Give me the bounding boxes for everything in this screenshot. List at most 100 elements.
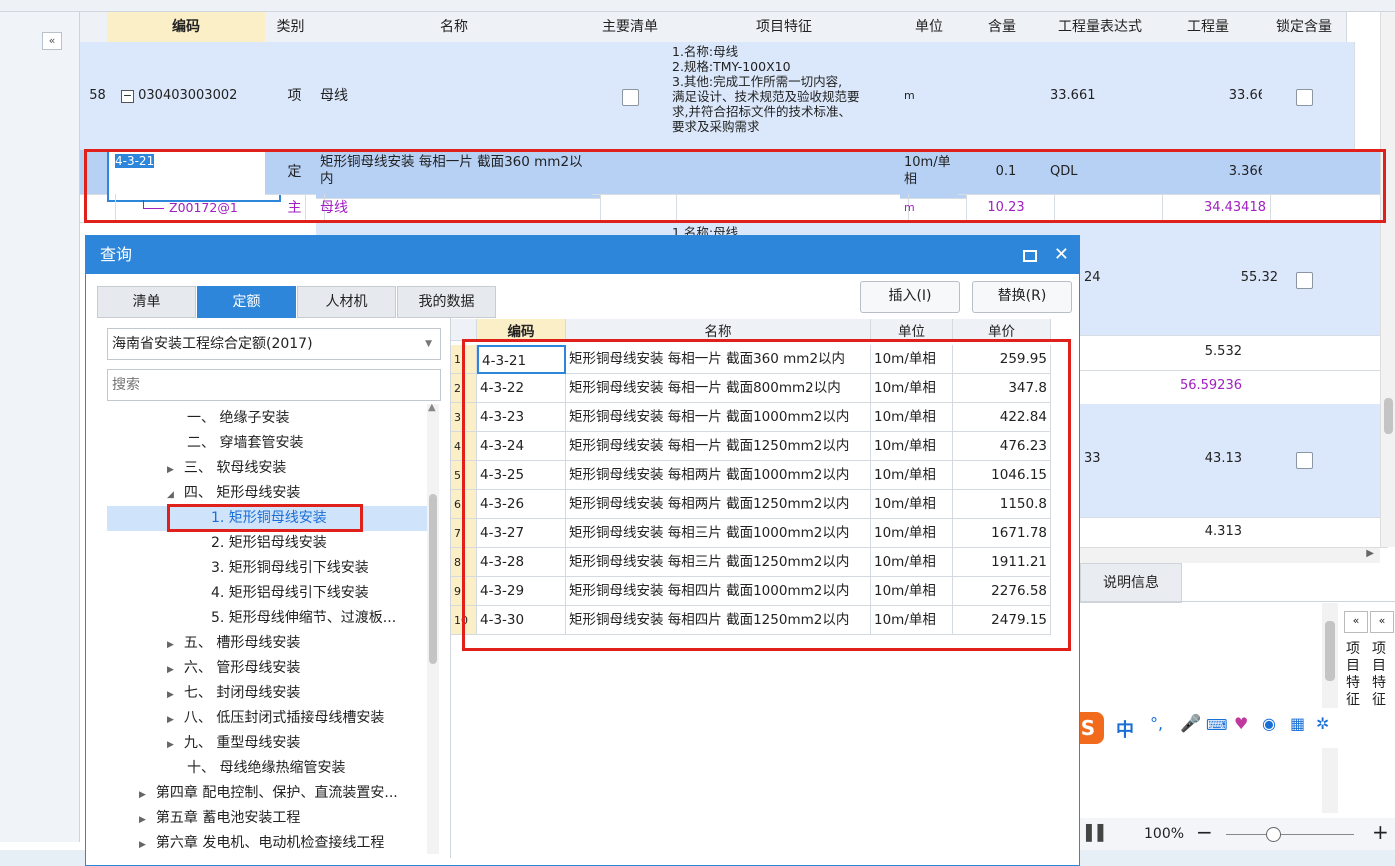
zoom-slider-thumb[interactable] — [1266, 827, 1281, 842]
view-toggle-icon[interactable]: ▌▌ — [1086, 824, 1109, 842]
col-header-code[interactable]: 编码 — [107, 12, 266, 43]
tree-node[interactable]: ▶ 第六章 发电机、电动机检查接线工程 — [139, 831, 384, 854]
replace-button[interactable]: 替换(R) — [972, 281, 1072, 313]
game-icon[interactable]: ◉ — [1262, 714, 1276, 733]
col-header-expression[interactable]: 工程量表达式 — [1046, 12, 1155, 43]
insert-button[interactable]: 插入(I) — [860, 281, 960, 313]
tree-node[interactable]: ▶ 第五章 蓄电池安装工程 — [139, 806, 300, 831]
main-list-checkbox[interactable] — [622, 89, 639, 106]
col-header-lock[interactable]: 锁定含量 — [1262, 12, 1347, 43]
punctuation-icon[interactable]: °, — [1150, 714, 1163, 733]
keyboard-icon[interactable]: ⌨ — [1206, 716, 1228, 734]
lock-checkbox[interactable] — [1296, 452, 1313, 469]
scroll-thumb[interactable] — [429, 494, 437, 664]
tab-my-data[interactable]: 我的数据 — [397, 286, 496, 318]
expand-icon[interactable]: ▶ — [139, 815, 146, 825]
lock-checkbox[interactable] — [1296, 89, 1313, 106]
tree-scrollbar[interactable]: ▲ — [427, 404, 439, 854]
collapse-icon[interactable]: ◢ — [167, 490, 174, 500]
tree-node[interactable]: 十、 母线绝缘热缩管安装 — [187, 756, 345, 781]
col-header-content[interactable]: 含量 — [958, 12, 1047, 43]
tree-node[interactable]: ▶ 五、 槽形母线安装 — [167, 631, 300, 656]
toolbox-icon[interactable]: ▦ — [1290, 714, 1305, 733]
partial-row: 56.59236 — [1080, 370, 1388, 405]
row-number-header — [80, 12, 108, 43]
tab-labor-material[interactable]: 人材机 — [297, 286, 396, 318]
tree-node[interactable]: ◢ 四、 矩形母线安装 — [167, 481, 300, 506]
collapse-tree-icon[interactable]: − — [121, 90, 134, 103]
tree-node[interactable]: 二、 穿墙套管安装 — [187, 431, 303, 456]
feature-line: 3.其他:完成工作所需一切内容, — [672, 74, 843, 89]
tree-node[interactable]: ▶ 九、 重型母线安装 — [167, 731, 300, 756]
feature-line: 满足设计、技术规范及验收规范要 — [672, 89, 860, 104]
partial-row: 4.313 — [1080, 517, 1388, 548]
zoom-slider[interactable] — [1226, 834, 1354, 835]
tree-node[interactable]: 4. 矩形铝母线引下线安装 — [211, 581, 369, 606]
microphone-icon[interactable]: 🎤 — [1180, 714, 1201, 734]
row-content[interactable] — [958, 42, 1055, 151]
quota-library-select[interactable]: 海南省安装工程综合定额(2017) ▼ — [107, 328, 441, 360]
tab-bill[interactable]: 清单 — [97, 286, 196, 318]
tree-node[interactable]: ▶ 六、 管形母线安装 — [167, 656, 300, 681]
row-expression[interactable]: 33.661 — [1046, 42, 1163, 151]
chapter-tree: 一、 绝缘子安装 二、 穿墙套管安装 ▶ 三、 软母线安装 ◢ 四、 矩形母线安装 … — [107, 404, 441, 854]
col-header-unit[interactable]: 单位 — [871, 319, 953, 341]
scroll-up-icon[interactable]: ▲ — [428, 404, 436, 413]
collapse-side-button[interactable]: « — [1344, 611, 1368, 633]
zoom-in-icon[interactable]: + — [1372, 820, 1389, 844]
tree-node-label: 第四章 配电控制、保护、直流装置安... — [155, 785, 398, 801]
tree-node[interactable]: ▶ 八、 低压封闭式插接母线槽安装 — [167, 706, 384, 731]
tree-node-label: 三、 软母线安装 — [183, 460, 287, 476]
dialog-titlebar[interactable]: 查询 ✕ — [86, 236, 1079, 274]
expand-icon[interactable]: ▶ — [167, 665, 174, 675]
partial-row: 5.532 — [1080, 335, 1388, 371]
tree-node[interactable]: 一、 绝缘子安装 — [187, 406, 289, 431]
lock-checkbox[interactable] — [1296, 272, 1313, 289]
row-name[interactable]: 母线 — [316, 42, 601, 151]
expand-icon[interactable]: ▶ — [167, 715, 174, 725]
scroll-thumb[interactable] — [1325, 621, 1335, 681]
expand-icon[interactable]: ▶ — [139, 790, 146, 800]
row-code-cell[interactable]: − 030403003002 — [107, 42, 274, 151]
expand-icon[interactable]: ▶ — [167, 640, 174, 650]
tree-node[interactable]: ▶ 三、 软母线安装 — [167, 456, 286, 481]
col-header-name[interactable]: 名称 — [316, 12, 593, 43]
col-header-main-list[interactable]: 主要清单 — [592, 12, 669, 43]
scroll-right-icon[interactable]: ▶ — [1366, 548, 1374, 559]
grid-vertical-scrollbar[interactable] — [1380, 12, 1395, 547]
tree-node[interactable]: ▶ 第四章 配电控制、保护、直流装置安... — [139, 781, 398, 806]
tree-node[interactable]: ▶ 七、 封闭母线安装 — [167, 681, 300, 706]
tree-node[interactable]: 2. 矩形铝母线安装 — [211, 531, 327, 556]
tab-quota[interactable]: 定额 — [197, 286, 296, 318]
tree-node[interactable]: 5. 矩形母线伸缩节、过渡板... — [211, 606, 396, 631]
col-header-unit[interactable]: 单位 — [900, 12, 959, 43]
expand-icon[interactable]: ▶ — [139, 840, 146, 850]
expand-icon[interactable]: ▶ — [167, 690, 174, 700]
col-header-name[interactable]: 名称 — [566, 319, 871, 341]
col-header-code[interactable]: 编码 — [477, 319, 566, 341]
search-input[interactable] — [107, 369, 441, 401]
close-icon[interactable]: ✕ — [1054, 236, 1069, 274]
tab-description[interactable]: 说明信息 — [1080, 563, 1182, 603]
maximize-icon[interactable] — [1023, 250, 1037, 262]
expand-icon[interactable]: ▶ — [167, 465, 174, 475]
query-dialog: 查询 ✕ 清单 定额 人材机 我的数据 插入(I) 替换(R) 海南省安装工程综… — [85, 235, 1080, 866]
col-header-feature[interactable]: 项目特征 — [668, 12, 901, 43]
grid-horizontal-scrollbar[interactable]: ▶ — [1080, 547, 1380, 563]
settings-icon[interactable]: ✲ — [1316, 714, 1329, 733]
skin-icon[interactable]: ♥ — [1234, 714, 1248, 733]
scroll-thumb[interactable] — [1384, 398, 1393, 434]
tree-node-label: 第五章 蓄电池安装工程 — [155, 810, 301, 826]
expand-icon[interactable]: ▶ — [167, 740, 174, 750]
zoom-out-icon[interactable]: − — [1196, 820, 1213, 844]
row-feature[interactable]: 1.名称:母线 2.规格:TMY-100X10 3.其他:完成工作所需一切内容,… — [668, 42, 909, 153]
col-header-quantity[interactable]: 工程量 — [1154, 12, 1263, 43]
col-header-price[interactable]: 单价 — [953, 319, 1051, 341]
tree-node[interactable]: 3. 矩形铜母线引下线安装 — [211, 556, 369, 581]
collapse-side-button[interactable]: « — [1370, 611, 1394, 633]
ime-language[interactable]: 中 — [1116, 716, 1134, 742]
row-quantity[interactable]: 33.66 — [1154, 42, 1271, 151]
collapse-left-button[interactable]: « — [42, 32, 62, 50]
col-header-type[interactable]: 类别 — [265, 12, 317, 43]
tree-node-label: 第六章 发电机、电动机检查接线工程 — [155, 835, 385, 851]
